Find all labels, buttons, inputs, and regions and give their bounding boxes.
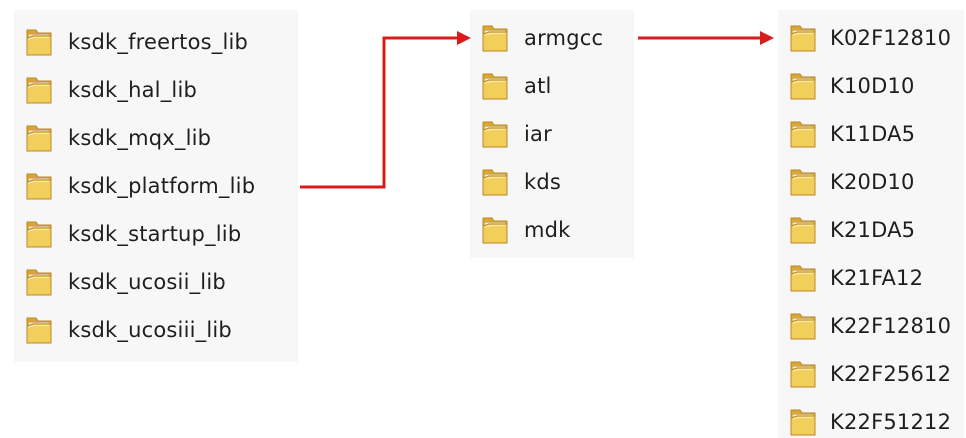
folder-list-ksdk-libs: ksdk_freertos_lib ksdk_hal_lib ksdk_mqx_…: [14, 10, 298, 362]
folder-item-ksdk-ucosii-lib[interactable]: ksdk_ucosii_lib: [24, 262, 226, 302]
folder-label: K02F12810: [830, 26, 952, 50]
folder-icon: [480, 70, 510, 102]
folder-icon: [480, 214, 510, 246]
folder-item-kds[interactable]: kds: [480, 162, 561, 202]
folder-icon: [788, 22, 818, 54]
arrow-platform-to-armgcc: [300, 36, 460, 189]
folder-label: K20D10: [830, 170, 915, 194]
folder-item-mdk[interactable]: mdk: [480, 210, 571, 250]
folder-label: ksdk_freertos_lib: [68, 30, 249, 54]
folder-label: armgcc: [524, 26, 604, 50]
arrow-head-devices: [760, 31, 774, 45]
folder-label: ksdk_platform_lib: [68, 174, 256, 198]
folder-label: atl: [524, 74, 552, 98]
folder-icon: [24, 266, 54, 298]
folder-icon: [480, 22, 510, 54]
folder-item-k21da5[interactable]: K21DA5: [788, 210, 915, 250]
folder-item-ksdk-platform-lib[interactable]: ksdk_platform_lib: [24, 166, 255, 206]
folder-label: ksdk_ucosii_lib: [68, 270, 226, 294]
folder-icon: [788, 358, 818, 390]
folder-icon: [24, 122, 54, 154]
folder-item-ksdk-startup-lib[interactable]: ksdk_startup_lib: [24, 214, 241, 254]
explorer-diagram: ksdk_freertos_lib ksdk_hal_lib ksdk_mqx_…: [0, 0, 966, 438]
folder-item-k22f51212[interactable]: K22F51212: [788, 402, 951, 438]
folder-item-iar[interactable]: iar: [480, 114, 552, 154]
folder-icon: [788, 310, 818, 342]
folder-list-toolchains: armgcc atl iar kds mdk: [470, 10, 634, 258]
folder-icon: [788, 262, 818, 294]
folder-list-devices: K02F12810 K10D10 K11DA5 K20D10 K21DA5 K2…: [778, 10, 964, 438]
folder-item-ksdk-hal-lib[interactable]: ksdk_hal_lib: [24, 70, 197, 110]
folder-item-ksdk-freertos-lib[interactable]: ksdk_freertos_lib: [24, 22, 248, 62]
folder-item-k10d10[interactable]: K10D10: [788, 66, 915, 106]
folder-icon: [788, 166, 818, 198]
folder-label: iar: [524, 122, 552, 146]
folder-icon: [24, 170, 54, 202]
folder-item-armgcc[interactable]: armgcc: [480, 18, 603, 58]
folder-item-k11da5[interactable]: K11DA5: [788, 114, 915, 154]
folder-item-k22f12810[interactable]: K22F12810: [788, 306, 951, 346]
folder-label: K21FA12: [830, 266, 924, 290]
folder-icon: [788, 70, 818, 102]
folder-label: K10D10: [830, 74, 915, 98]
folder-label: ksdk_ucosiii_lib: [68, 318, 232, 342]
folder-label: ksdk_startup_lib: [68, 222, 242, 246]
folder-icon: [788, 118, 818, 150]
arrow-head-armgcc: [457, 31, 471, 45]
folder-item-k02f12810[interactable]: K02F12810: [788, 18, 951, 58]
folder-label: K22F51212: [830, 410, 952, 434]
folder-label: ksdk_hal_lib: [68, 78, 198, 102]
folder-label: K22F25612: [830, 362, 952, 386]
folder-icon: [24, 26, 54, 58]
folder-item-k22f25612[interactable]: K22F25612: [788, 354, 951, 394]
folder-icon: [24, 314, 54, 346]
folder-label: kds: [524, 170, 562, 194]
folder-item-k20d10[interactable]: K20D10: [788, 162, 915, 202]
folder-icon: [480, 118, 510, 150]
folder-icon: [24, 218, 54, 250]
folder-item-k21fa12[interactable]: K21FA12: [788, 258, 923, 298]
folder-icon: [788, 406, 818, 438]
folder-icon: [788, 214, 818, 246]
folder-item-ksdk-mqx-lib[interactable]: ksdk_mqx_lib: [24, 118, 211, 158]
folder-item-atl[interactable]: atl: [480, 66, 552, 106]
folder-label: K22F12810: [830, 314, 952, 338]
folder-label: K11DA5: [830, 122, 916, 146]
folder-label: K21DA5: [830, 218, 916, 242]
folder-icon: [24, 74, 54, 106]
folder-item-ksdk-ucosiii-lib[interactable]: ksdk_ucosiii_lib: [24, 310, 232, 350]
folder-label: mdk: [524, 218, 571, 242]
folder-icon: [480, 166, 510, 198]
folder-label: ksdk_mqx_lib: [68, 126, 212, 150]
